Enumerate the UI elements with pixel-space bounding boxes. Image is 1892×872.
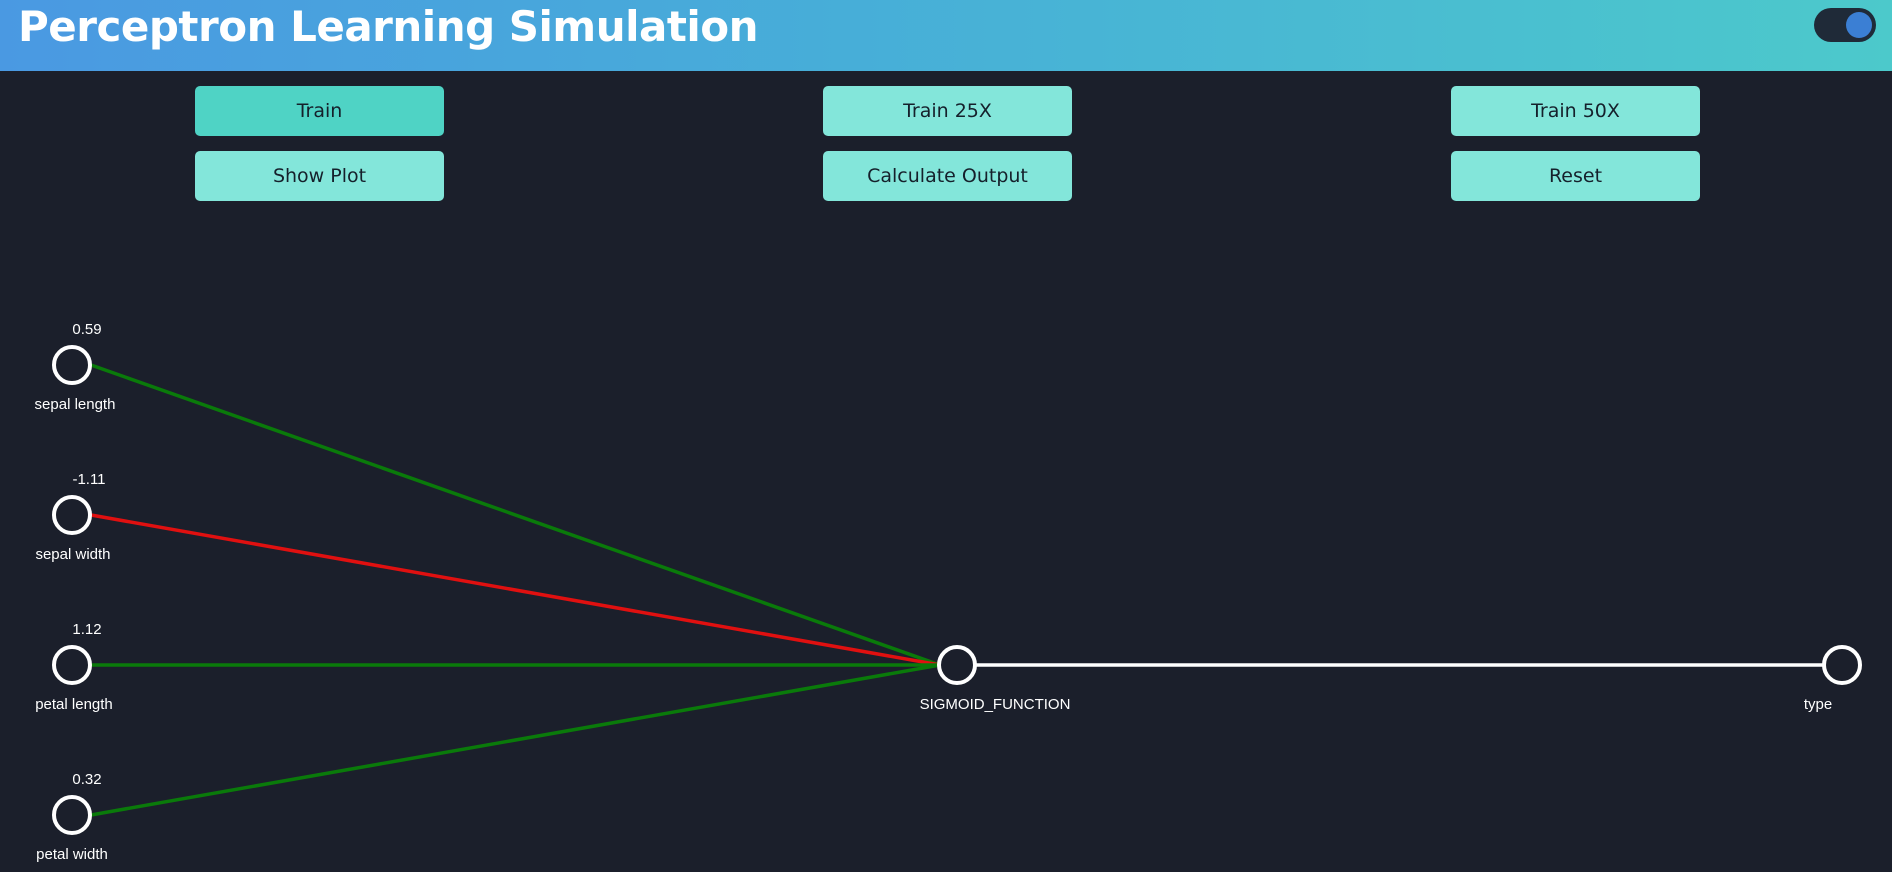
connection-sepal-width: [90, 513, 941, 667]
input-label: sepal length: [35, 396, 116, 413]
input-node-petal-width: 0.32 petal width: [36, 771, 108, 863]
perceptron-network: 0.59 sepal length -1.11 sepal width 1.12…: [35, 321, 1862, 863]
connections: [90, 363, 1824, 817]
node-circle: [52, 495, 92, 535]
node-circle: [1822, 645, 1862, 685]
connection-petal-width: [90, 663, 941, 817]
output-label: type: [1804, 696, 1832, 713]
input-node-petal-length: 1.12 petal length: [35, 621, 113, 713]
connection-sepal-length: [90, 363, 941, 667]
app-root: Perceptron Learning Simulation Train Sho…: [0, 0, 1892, 872]
weight-label: 0.59: [72, 321, 101, 338]
weight-label: 0.32: [72, 771, 101, 788]
input-label: petal width: [36, 846, 108, 863]
node-circle: [937, 645, 977, 685]
input-label: petal length: [35, 696, 113, 713]
node-circle: [52, 345, 92, 385]
input-node-sepal-length: 0.59 sepal length: [35, 321, 116, 413]
node-circle: [52, 795, 92, 835]
activation-label: SIGMOID_FUNCTION: [920, 696, 1071, 713]
weight-label: 1.12: [72, 621, 101, 638]
node-circle: [52, 645, 92, 685]
input-label: sepal width: [35, 546, 110, 563]
output-node: type: [1804, 645, 1862, 713]
weight-label: -1.11: [72, 471, 105, 488]
activation-node: SIGMOID_FUNCTION: [920, 645, 1071, 713]
